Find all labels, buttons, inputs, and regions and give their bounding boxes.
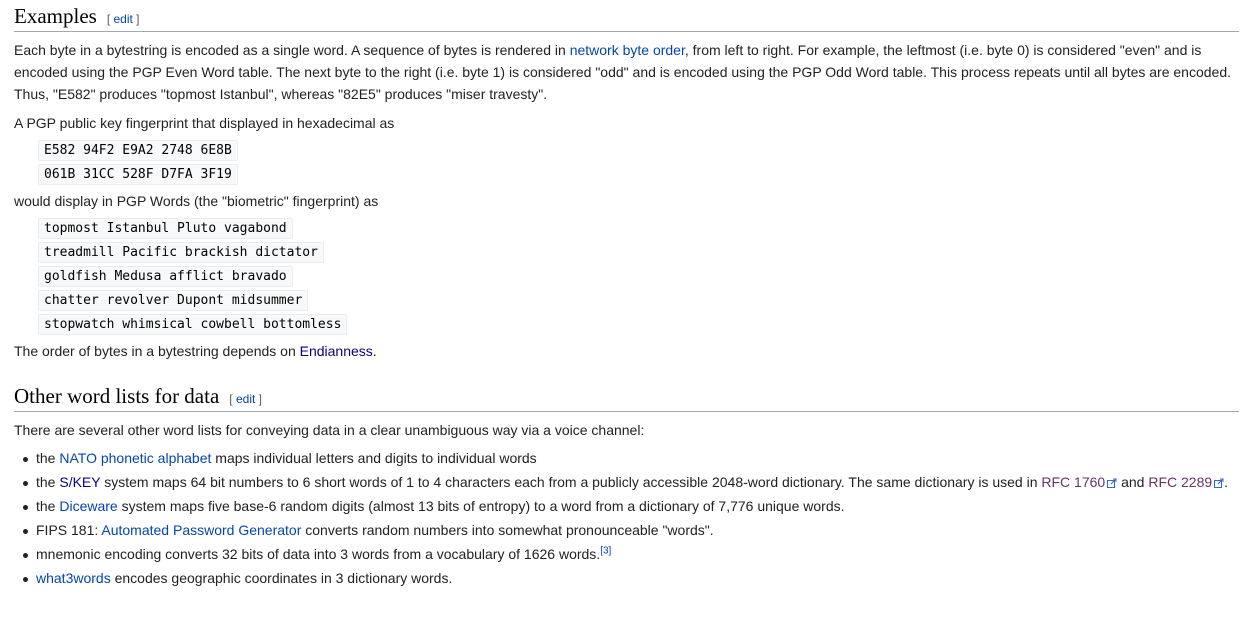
paragraph-endianness: The order of bytes in a bytestring depen… <box>14 340 1239 362</box>
paragraph-bytestring: Each byte in a bytestring is encoded as … <box>14 39 1239 105</box>
paragraph-pgp-words-intro: would display in PGP Words (the "biometr… <box>14 193 379 209</box>
item-text: mnemonic encoding converts 32 bits of da… <box>36 546 601 562</box>
section-title: Other word lists for data <box>14 384 220 408</box>
paragraph-fingerprint-intro: A PGP public key fingerprint that displa… <box>14 115 395 131</box>
link-label: RFC 2289 <box>1148 474 1213 490</box>
edit-section-bracket: [ edit ] <box>229 392 262 406</box>
list-item: what3words encodes geographic coordinate… <box>23 567 1239 589</box>
section-heading-other-word-lists: Other word lists for data [ edit ] <box>14 380 1239 412</box>
link-what3words[interactable]: what3words <box>36 570 111 586</box>
list-item: FIPS 181: Automated Password Generator c… <box>23 519 1239 541</box>
citation-3[interactable]: [3] <box>600 545 611 556</box>
item-text: FIPS 181: <box>36 522 102 538</box>
edit-link-other-word-lists[interactable]: edit <box>236 392 255 406</box>
para-text: Each byte in a bytestring is encoded as … <box>14 42 570 58</box>
edit-link-examples[interactable]: edit <box>113 12 132 26</box>
list-item: the NATO phonetic alphabet maps individu… <box>23 447 1239 469</box>
link-automated-password-generator[interactable]: Automated Password Generator <box>101 522 301 538</box>
link-label: RFC 1760 <box>1041 474 1106 490</box>
item-text: encodes geographic coordinates in 3 dict… <box>110 570 453 586</box>
hex-line: E582 94F2 E9A2 2748 6E8B <box>38 140 238 161</box>
item-text: the <box>36 474 60 490</box>
link-diceware[interactable]: Diceware <box>59 498 117 514</box>
list-item: the S/KEY system maps 64 bit numbers to … <box>23 471 1239 493</box>
item-text: the <box>36 450 60 466</box>
link-rfc-2289[interactable]: RFC 2289 <box>1148 474 1224 490</box>
external-link-icon <box>1107 478 1117 488</box>
link-rfc-1760[interactable]: RFC 1760 <box>1041 474 1117 490</box>
list-item: mnemonic encoding converts 32 bits of da… <box>23 543 1239 565</box>
word-lists-list: the NATO phonetic alphabet maps individu… <box>14 447 1239 589</box>
word-line: stopwatch whimsical cowbell bottomless <box>38 314 348 335</box>
item-text: converts random numbers into somewhat pr… <box>301 522 714 538</box>
item-text: the <box>36 498 60 514</box>
item-text: maps individual letters and digits to in… <box>211 450 537 466</box>
section-title: Examples <box>14 4 97 28</box>
link-endianness[interactable]: Endianness <box>300 343 373 359</box>
item-text: . <box>1224 474 1229 490</box>
hex-line: 061B 31CC 528F D7FA 3F19 <box>38 164 238 185</box>
external-link-icon <box>1214 478 1224 488</box>
item-text: and <box>1117 474 1149 490</box>
edit-section-bracket: [ edit ] <box>106 12 140 26</box>
para-text: The order of bytes in a bytestring depen… <box>14 343 300 359</box>
item-text: system maps five base-6 random digits (a… <box>117 498 845 514</box>
pgp-words-block: topmost Istanbul Pluto vagabond treadmil… <box>38 216 1239 336</box>
word-line: topmost Istanbul Pluto vagabond <box>38 218 293 239</box>
link-nato-phonetic-alphabet[interactable]: NATO phonetic alphabet <box>59 450 211 466</box>
hex-fingerprint-block: E582 94F2 E9A2 2748 6E8B 061B 31CC 528F … <box>38 138 1239 186</box>
article-content: Examples [ edit ] Each byte in a bytestri… <box>0 0 1254 589</box>
paragraph-word-lists-intro: There are several other word lists for c… <box>14 422 645 438</box>
para-text: . <box>372 343 377 359</box>
section-heading-examples: Examples [ edit ] <box>14 0 1239 32</box>
link-s-key[interactable]: S/KEY <box>59 474 100 490</box>
item-text: system maps 64 bit numbers to 6 short wo… <box>100 474 1042 490</box>
word-line: treadmill Pacific brackish dictator <box>38 242 324 263</box>
word-line: goldfish Medusa afflict bravado <box>38 266 293 287</box>
link-network-byte-order[interactable]: network byte order <box>570 42 685 58</box>
word-line: chatter revolver Dupont midsummer <box>38 290 309 311</box>
list-item: the Diceware system maps five base-6 ran… <box>23 495 1239 517</box>
